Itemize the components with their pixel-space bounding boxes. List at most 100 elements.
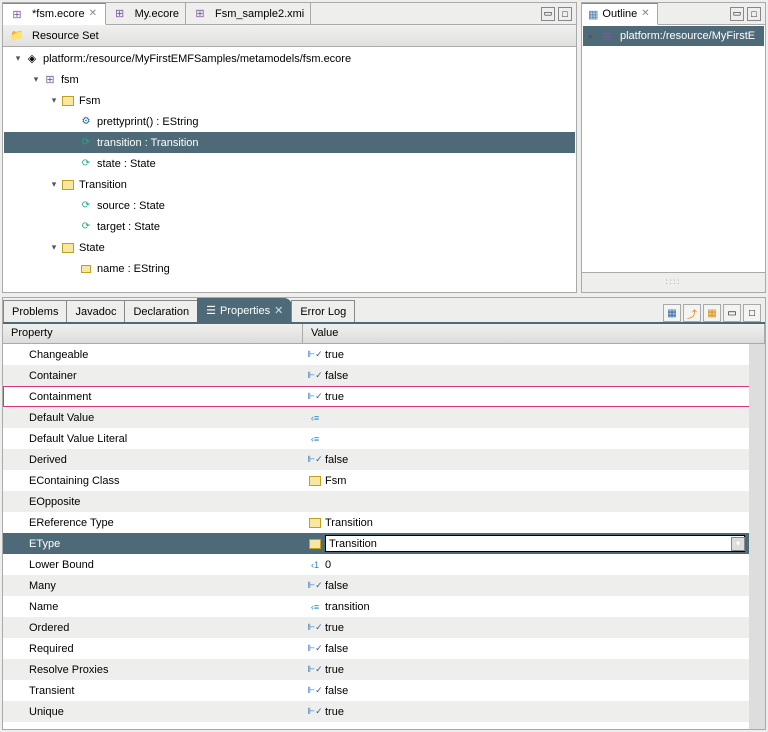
expand-icon[interactable]	[66, 137, 78, 149]
view-tab-problems[interactable]: Problems	[3, 300, 67, 322]
outline-title: Outline	[602, 8, 637, 20]
close-icon[interactable]: ✕	[641, 9, 651, 19]
property-row[interactable]: Derived⊩✓false	[3, 449, 765, 470]
minimize-button[interactable]: ▭	[541, 7, 555, 21]
expand-icon[interactable]: ▾	[48, 95, 60, 107]
view-tab-error-log[interactable]: Error Log	[291, 300, 355, 322]
property-row[interactable]: EOpposite	[3, 491, 765, 512]
view-toolbar-button[interactable]: ▦	[663, 304, 681, 322]
tab-label: Properties	[220, 305, 270, 317]
property-value: true	[325, 349, 344, 361]
close-icon[interactable]: ✕	[89, 9, 99, 19]
property-name: Unique	[29, 706, 64, 718]
outline-body[interactable]: ▸ ⊞ platform:/resource/MyFirstE	[582, 25, 765, 272]
tree-label: State	[79, 242, 105, 254]
tree-label: name : EString	[97, 263, 170, 275]
outline-item[interactable]: ▸ ⊞ platform:/resource/MyFirstE	[583, 26, 764, 46]
property-row[interactable]: Default Value‹≡	[3, 407, 765, 428]
property-row[interactable]: EType Transition▾	[3, 533, 765, 554]
close-icon[interactable]: ✕	[274, 304, 283, 317]
tree-label: platform:/resource/MyFirstEMFSamples/met…	[43, 53, 351, 65]
minimize-button[interactable]: ▭	[723, 304, 741, 322]
view-toolbar-button[interactable]: ⤴	[683, 304, 701, 322]
tab-label: *fsm.ecore	[32, 8, 85, 20]
tree-row[interactable]: ⟳state : State	[4, 153, 575, 174]
header-property[interactable]: Property	[3, 324, 303, 343]
tree-row[interactable]: ▾Transition	[4, 174, 575, 195]
tree-row[interactable]: ⟳transition : Transition	[4, 132, 575, 153]
tree-row[interactable]: name : EString	[4, 258, 575, 279]
tree-row[interactable]: ▾Fsm	[4, 90, 575, 111]
expand-icon[interactable]: ▾	[48, 242, 60, 254]
expand-icon[interactable]: ▾	[30, 74, 42, 86]
maximize-button[interactable]: □	[558, 7, 572, 21]
tree-label: target : State	[97, 221, 160, 233]
property-name: EType	[29, 538, 60, 550]
boolean-icon: ⊩✓	[307, 578, 323, 594]
editor-pane: ⊞*fsm.ecore✕⊞My.ecore⊞Fsm_sample2.xmi▭□ …	[2, 2, 577, 293]
properties-table[interactable]: Changeable⊩✓trueContainer⊩✓falseContainm…	[3, 344, 765, 729]
property-value: false	[325, 580, 348, 592]
expand-icon[interactable]	[66, 221, 78, 233]
expand-icon[interactable]: ▾	[12, 53, 24, 65]
property-value: Fsm	[325, 475, 346, 487]
boolean-icon: ⊩✓	[307, 704, 323, 720]
maximize-button[interactable]: □	[743, 304, 761, 322]
tree-row[interactable]: ▾⊞fsm	[4, 69, 575, 90]
outline-sash[interactable]: ∷∷	[582, 272, 765, 292]
resource-set-bar: 📁 Resource Set	[3, 25, 576, 47]
property-row[interactable]: Container⊩✓false	[3, 365, 765, 386]
view-tab-properties[interactable]: ☰Properties✕	[197, 298, 292, 322]
tree-row[interactable]: ▾ State	[4, 237, 575, 258]
property-value: 0	[325, 559, 331, 571]
maximize-button[interactable]: □	[747, 7, 761, 21]
expand-icon[interactable]	[66, 158, 78, 170]
expand-icon[interactable]: ▸	[585, 30, 597, 42]
property-row[interactable]: Default Value Literal‹≡	[3, 428, 765, 449]
text-icon: ‹≡	[307, 431, 323, 447]
tab-label: Declaration	[133, 306, 189, 318]
expand-icon[interactable]	[66, 263, 78, 275]
reference-icon: ⟳	[78, 135, 94, 151]
tree-row[interactable]: ⟳source : State	[4, 195, 575, 216]
value-editor[interactable]: Transition	[325, 535, 745, 552]
property-row[interactable]: EContaining ClassFsm	[3, 470, 765, 491]
property-row[interactable]: Containment⊩✓true	[3, 386, 765, 407]
property-row[interactable]: Unique⊩✓true	[3, 701, 765, 722]
tree-label: transition : Transition	[97, 137, 199, 149]
property-row[interactable]: Resolve Proxies⊩✓true	[3, 659, 765, 680]
editor-tab[interactable]: ⊞Fsm_sample2.xmi	[186, 3, 311, 25]
property-row[interactable]: Many⊩✓false	[3, 575, 765, 596]
dropdown-button[interactable]: ▾	[731, 537, 745, 551]
view-tab-javadoc[interactable]: Javadoc	[66, 300, 125, 322]
tree-label: state : State	[97, 158, 156, 170]
expand-icon[interactable]	[66, 200, 78, 212]
resource-set-label: Resource Set	[32, 30, 99, 42]
property-row[interactable]: Ordered⊩✓true	[3, 617, 765, 638]
bottom-tab-bar: ProblemsJavadocDeclaration☰Properties✕Er…	[3, 298, 765, 322]
editor-tab[interactable]: ⊞*fsm.ecore✕	[3, 3, 106, 25]
property-row[interactable]: Lower Bound‹10	[3, 554, 765, 575]
boolean-icon: ⊩✓	[307, 620, 323, 636]
editor-tab[interactable]: ⊞My.ecore	[106, 3, 186, 25]
tab-outline[interactable]: ▦ Outline ✕	[582, 3, 658, 25]
vertical-scrollbar[interactable]	[749, 344, 765, 729]
property-row[interactable]: Name‹≡transition	[3, 596, 765, 617]
expand-icon[interactable]	[66, 116, 78, 128]
tree-row[interactable]: ▾◈platform:/resource/MyFirstEMFSamples/m…	[4, 48, 575, 69]
property-row[interactable]: Required⊩✓false	[3, 638, 765, 659]
property-value: false	[325, 643, 348, 655]
reference-icon: ⟳	[78, 198, 94, 214]
model-tree[interactable]: ▾◈platform:/resource/MyFirstEMFSamples/m…	[3, 47, 576, 292]
boolean-icon: ⊩✓	[307, 641, 323, 657]
header-value[interactable]: Value	[303, 324, 765, 343]
view-tab-declaration[interactable]: Declaration	[124, 300, 198, 322]
tree-row[interactable]: ⚙prettyprint() : EString	[4, 111, 575, 132]
property-row[interactable]: EReference TypeTransition	[3, 512, 765, 533]
minimize-button[interactable]: ▭	[730, 7, 744, 21]
property-row[interactable]: Changeable⊩✓true	[3, 344, 765, 365]
view-toolbar-button[interactable]: ▦	[703, 304, 721, 322]
property-row[interactable]: Transient⊩✓false	[3, 680, 765, 701]
expand-icon[interactable]: ▾	[48, 179, 60, 191]
tree-row[interactable]: ⟳target : State	[4, 216, 575, 237]
